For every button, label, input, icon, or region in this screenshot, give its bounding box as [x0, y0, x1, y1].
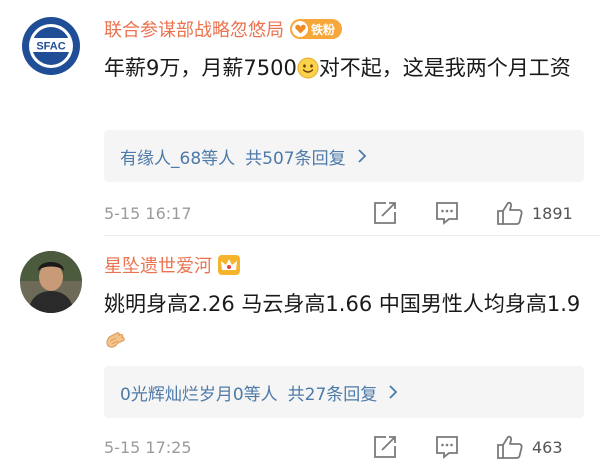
avatar[interactable] [20, 251, 82, 313]
comment-icon [436, 202, 458, 225]
reply-count: 共507条回复 [245, 148, 346, 169]
thumbs-up-icon [497, 435, 523, 459]
fan-badge-label: 铁粉 [311, 22, 336, 37]
like-count: 1891 [532, 203, 573, 223]
username[interactable]: 联合参谋部战略忽悠局 [104, 16, 284, 42]
comment-header: 联合参谋部战略忽悠局 铁粉 [104, 16, 343, 42]
thumbs-up-icon [497, 201, 523, 225]
repost-icon [374, 436, 396, 458]
replies-preview[interactable]: 0光辉灿烂岁月0等人 共27条回复 [104, 366, 584, 418]
clap-emoji-icon [104, 326, 126, 348]
comment-text: 姚明身高2.26 马云身高1.66 中国男性人均身高1.9 [104, 286, 594, 358]
smile-emoji-icon [297, 54, 319, 79]
reply-summary: 0光辉灿烂岁月0等人 [120, 384, 278, 405]
replies-preview[interactable]: 有缘人_68等人 共507条回复 [104, 130, 584, 182]
fan-badge[interactable]: 铁粉 [290, 19, 343, 39]
comment-header: 星坠遗世爱河 [104, 252, 240, 278]
comment-icon [436, 436, 458, 459]
chevron-right-icon [387, 384, 399, 400]
chevron-right-icon [356, 148, 368, 164]
comment-text-part: 对不起，这是我两个月工资 [318, 56, 571, 80]
comment-text: 年薪9万，月薪7500 对不起，这是我两个月工资 [104, 50, 594, 86]
comment-meta: 5-15 16:17 1891 [104, 198, 594, 228]
like-button[interactable]: 1891 [496, 198, 573, 228]
comment-text-part: 年薪9万，月薪7500 [104, 56, 297, 80]
heart-icon [292, 21, 308, 37]
crown-icon [218, 255, 240, 275]
comment-meta: 5-15 17:25 463 [104, 432, 594, 462]
avatar-logo-text: SFAC [36, 41, 65, 53]
like-button[interactable]: 463 [496, 432, 563, 462]
comment-button[interactable] [434, 432, 460, 462]
avatar[interactable]: SFAC [20, 15, 82, 77]
timestamp: 5-15 17:25 [104, 437, 192, 457]
reply-summary: 有缘人_68等人 [120, 148, 236, 169]
comment-item: SFAC 联合参谋部战略忽悠局 铁粉 年薪9万，月薪7500 对不起，这是我两个月… [0, 0, 600, 236]
comment-button[interactable] [434, 198, 460, 228]
reply-count: 共27条回复 [287, 384, 378, 405]
repost-button[interactable] [372, 198, 398, 228]
username[interactable]: 星坠遗世爱河 [104, 252, 212, 278]
repost-icon [374, 202, 396, 224]
comment-text-part: 姚明身高2.26 马云身高1.66 中国男性人均身高1.9 [104, 292, 581, 316]
repost-button[interactable] [372, 432, 398, 462]
like-count: 463 [532, 437, 563, 457]
comment-item: 星坠遗世爱河 姚明身高2.26 马云身高1.66 中国男性人均身高1.9 0光辉… [0, 236, 600, 472]
timestamp: 5-15 16:17 [104, 203, 192, 223]
